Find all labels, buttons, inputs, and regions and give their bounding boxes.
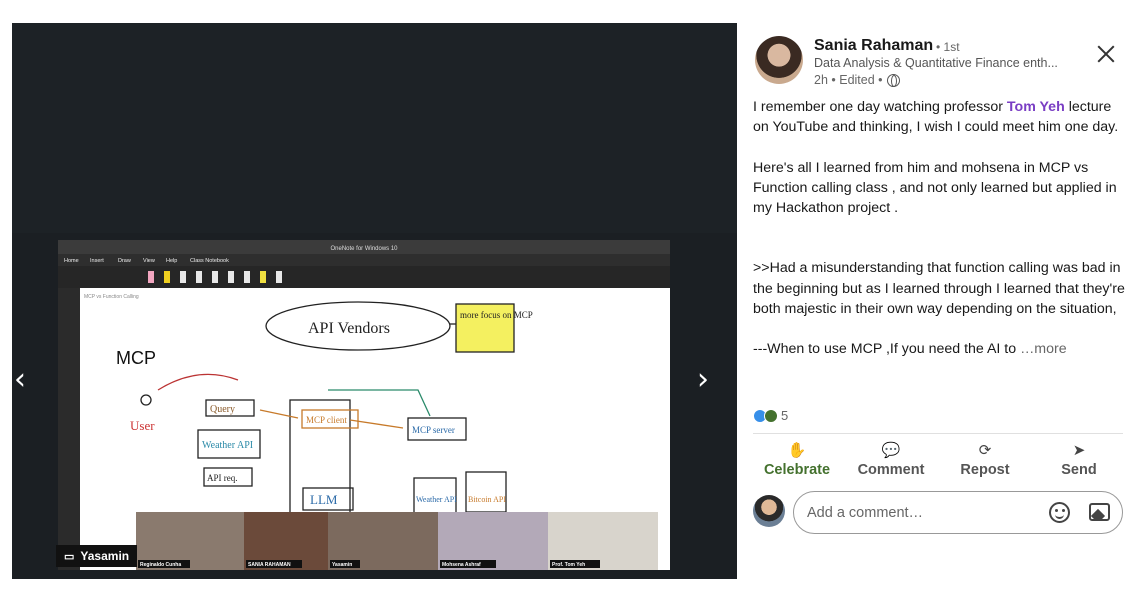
post-paragraph-2: Here's all I learned from him and mohsen… bbox=[753, 159, 1117, 217]
post-meta: 2h • Edited • bbox=[814, 73, 900, 87]
repost-button[interactable]: ⟳ Repost bbox=[941, 441, 1029, 478]
comment-box[interactable] bbox=[793, 491, 1123, 534]
connection-degree: • 1st bbox=[936, 40, 960, 54]
author-avatar[interactable] bbox=[755, 36, 803, 84]
post-paragraph-3: >>Had a misunderstanding that function c… bbox=[753, 260, 1125, 318]
social-actions: ✋ Celebrate 💬 Comment ⟳ Repost ➤ Send bbox=[753, 441, 1123, 478]
participant-4-name: Mohsena Ashraf bbox=[442, 562, 481, 568]
user-label: User bbox=[130, 418, 155, 433]
image-icon[interactable] bbox=[1089, 503, 1110, 521]
author-headline: Data Analysis & Quantitative Finance ent… bbox=[814, 56, 1058, 70]
api-req-label: API req. bbox=[207, 473, 238, 483]
llm-label: LLM bbox=[310, 492, 338, 507]
mention-link[interactable]: Tom Yeh bbox=[1007, 99, 1065, 115]
participant-3-name: Yasamin bbox=[332, 562, 352, 568]
bitcoin-api-label: Bitcoin API bbox=[468, 495, 506, 504]
next-image-button[interactable]: › bbox=[697, 365, 709, 395]
close-icon[interactable] bbox=[1095, 43, 1117, 65]
menu-home: Home bbox=[64, 258, 79, 264]
send-icon: ➤ bbox=[1072, 441, 1086, 459]
post-time: 2h • Edited • bbox=[814, 73, 883, 87]
celebrate-icon: ✋ bbox=[787, 441, 807, 459]
comment-button[interactable]: 💬 Comment bbox=[847, 441, 935, 478]
shared-screen-image: OneNote for Windows 10 Home Insert Draw … bbox=[58, 240, 670, 570]
post-paragraph-1: I remember one day watching professor To… bbox=[753, 99, 1119, 136]
reactions-summary[interactable]: 5 bbox=[753, 408, 788, 423]
page-title: MCP vs Function Calling bbox=[84, 294, 139, 300]
post-paragraph-4: ---When to use MCP ,If you need the AI t… bbox=[753, 341, 1067, 358]
celebrate-button[interactable]: ✋ Celebrate bbox=[753, 441, 841, 478]
weather-api-label: Weather API bbox=[416, 495, 457, 504]
emoji-icon[interactable] bbox=[1049, 502, 1070, 523]
mcp-server-label: MCP server bbox=[412, 425, 455, 435]
presenter-name: Yasamin bbox=[80, 549, 130, 563]
globe-icon bbox=[886, 73, 900, 87]
pen-toolbar bbox=[148, 271, 282, 283]
post-text: I remember one day watching professor To… bbox=[753, 97, 1125, 360]
api-vendors-label: API Vendors bbox=[308, 320, 390, 337]
mcp-label: MCP bbox=[116, 348, 156, 368]
query-label: Query bbox=[210, 404, 235, 415]
screen-share-icon: ▭ bbox=[64, 550, 75, 563]
viewer-avatar bbox=[753, 495, 785, 527]
app-title: OneNote for Windows 10 bbox=[330, 246, 398, 252]
menu-view: View bbox=[143, 258, 155, 264]
previous-image-button[interactable]: ‹ bbox=[14, 365, 26, 395]
post-panel: Sania Rahaman • 1st Data Analysis & Quan… bbox=[737, 23, 1136, 598]
send-button[interactable]: ➤ Send bbox=[1035, 441, 1123, 478]
see-more-link[interactable]: …more bbox=[1020, 341, 1067, 357]
onenote-screenshot: OneNote for Windows 10 Home Insert Draw … bbox=[58, 240, 670, 570]
mcp-client-label: MCP client bbox=[306, 415, 347, 425]
participant-2-name: SANIA RAHAMAN bbox=[248, 562, 291, 568]
media-background bbox=[12, 23, 737, 233]
comment-input[interactable] bbox=[805, 503, 1045, 522]
media-viewer: OneNote for Windows 10 Home Insert Draw … bbox=[12, 23, 737, 579]
divider bbox=[753, 433, 1123, 434]
menu-insert: Insert bbox=[90, 258, 104, 264]
repost-icon: ⟳ bbox=[978, 441, 992, 459]
author-name[interactable]: Sania Rahaman bbox=[814, 37, 933, 55]
reaction-count: 5 bbox=[781, 408, 789, 423]
participant-tiles: Reginaldo Cunha SANIA RAHAMAN Yasamin Mo… bbox=[136, 512, 658, 570]
menu-draw: Draw bbox=[118, 258, 131, 264]
more-focus-note: more focus on MCP bbox=[460, 310, 533, 320]
weather-label: Weather API bbox=[202, 440, 253, 451]
menu-class-notebook: Class Notebook bbox=[190, 258, 229, 264]
comment-icon: 💬 bbox=[881, 441, 901, 459]
presenter-badge: ▭ Yasamin bbox=[56, 545, 138, 567]
participant-1-name: Reginaldo Cunha bbox=[140, 562, 181, 568]
celebrate-reaction-icon bbox=[764, 408, 778, 423]
participant-5-name: Prof. Tom Yeh bbox=[552, 562, 585, 568]
menu-help: Help bbox=[166, 258, 177, 264]
